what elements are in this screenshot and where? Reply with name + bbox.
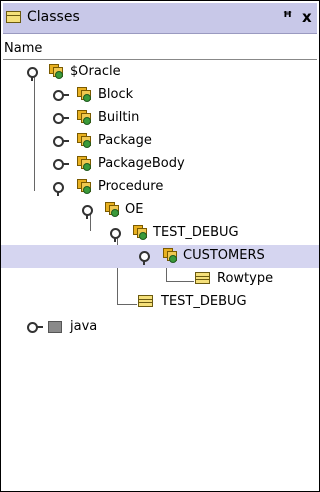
type-node-icon [138,295,153,307]
expand-toggle-icon[interactable] [26,65,42,81]
tree-node-rowtype[interactable]: Rowtype [1,268,319,291]
package-node-icon [76,132,91,148]
tree-node-test-debug-type[interactable]: TEST_DEBUG [1,291,319,314]
classes-panel: Classes ꟸ x Name $Oracle Block Builtin P… [0,0,320,492]
tree-node-label: CUSTOMERS [183,248,265,263]
tree-node-label: Block [98,87,134,102]
tree-node-test-debug-package[interactable]: TEST_DEBUG [1,222,319,245]
package-node-icon [48,63,63,79]
expand-toggle-icon[interactable] [138,249,154,265]
close-button[interactable]: x [302,8,312,26]
tree-node-oracle[interactable]: $Oracle [1,61,319,84]
expand-toggle-icon[interactable] [81,203,97,219]
column-header-label: Name [4,41,43,56]
tree-node-label: OE [125,202,144,217]
collapse-toggle-icon[interactable] [26,320,43,334]
tree-node-customers[interactable]: CUSTOMERS [1,245,319,268]
classes-icon [6,11,21,23]
tree-node-package[interactable]: Package [1,130,319,153]
tree-node-block[interactable]: Block [1,84,319,107]
tree-node-label: Procedure [98,179,164,194]
package-node-icon [76,178,91,194]
tree-node-label: PackageBody [98,156,185,171]
panel-titlebar[interactable]: Classes ꟸ x [3,3,317,34]
package-node-icon [76,109,91,125]
package-node-icon [104,201,119,217]
tree-node-label: Package [98,133,152,148]
package-node-icon [76,155,91,171]
expand-toggle-icon[interactable] [109,226,125,242]
tree-node-procedure[interactable]: Procedure [1,176,319,199]
tree-node-packagebody[interactable]: PackageBody [1,153,319,176]
collapse-toggle-icon[interactable] [52,88,69,102]
package-node-icon [162,247,177,263]
class-tree[interactable]: $Oracle Block Builtin Package PackageBod… [1,59,319,489]
tree-node-oe[interactable]: OE [1,199,319,222]
collapse-toggle-icon[interactable] [52,111,69,125]
tree-node-label: TEST_DEBUG [161,294,247,309]
tree-node-label: java [70,319,98,334]
tree-node-builtin[interactable]: Builtin [1,107,319,130]
tree-node-label: $Oracle [70,64,121,79]
panel-title: Classes [27,9,80,25]
tree-node-label: Rowtype [217,271,274,286]
tree-node-java[interactable]: java [1,316,319,339]
name-column-header[interactable]: Name [3,41,317,60]
pin-button[interactable]: ꟸ [283,8,292,26]
expand-toggle-icon[interactable] [52,180,68,196]
type-node-icon [195,272,210,284]
package-node-icon [132,224,147,240]
tree-node-label: TEST_DEBUG [153,225,239,240]
java-package-icon [48,321,62,333]
collapse-toggle-icon[interactable] [52,134,69,148]
package-node-icon [76,86,91,102]
collapse-toggle-icon[interactable] [52,157,69,171]
tree-node-label: Builtin [98,110,140,125]
